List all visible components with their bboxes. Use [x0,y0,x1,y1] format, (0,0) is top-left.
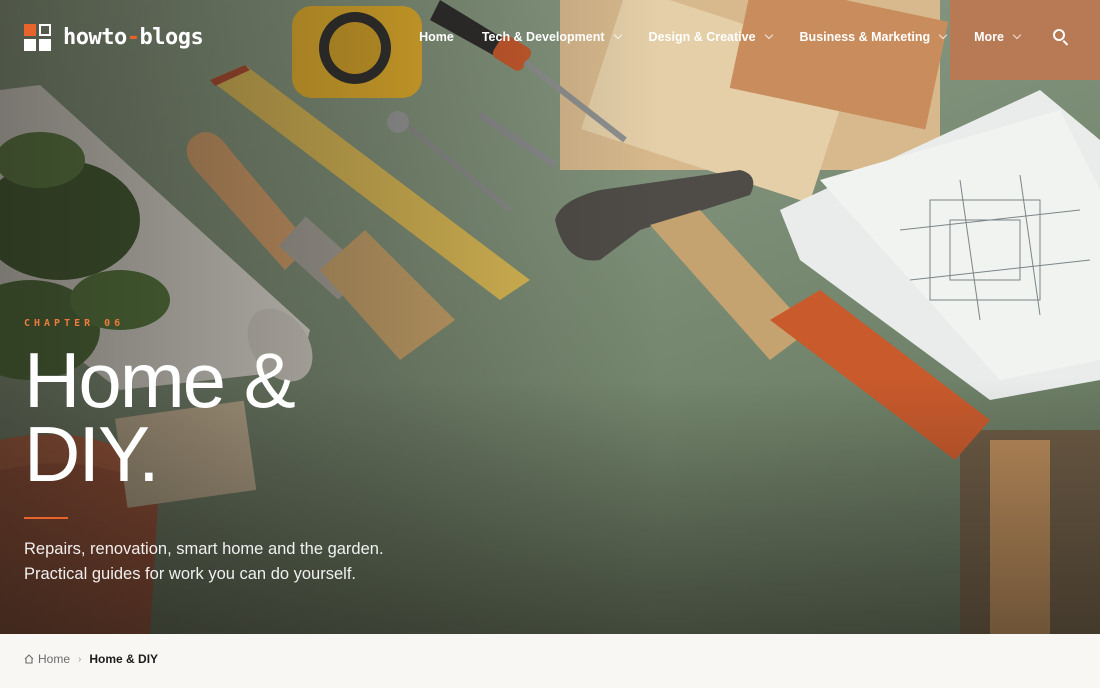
search-icon[interactable] [1052,28,1070,46]
accent-divider [24,517,68,519]
page-title: Home & DIY. [24,336,384,498]
breadcrumb: Home › Home & DIY [24,652,158,666]
nav-item-label: Design & Creative [648,30,756,44]
logo-text-dash: - [126,25,140,50]
breadcrumb-home-label: Home [38,652,71,666]
hero-content: CHAPTER 06 Home & DIY. Repairs, renovati… [24,318,384,586]
breadcrumb-home-link[interactable]: Home [24,652,70,666]
chevron-down-icon [764,30,773,40]
nav-item-design-creative[interactable]: Design & Creative [648,30,773,44]
main-nav: Home Tech & Development Design & Creativ… [419,28,1070,46]
chevron-down-icon [1012,30,1022,40]
nav-item-label: More [974,30,1004,44]
site-header: howto-blogs Home Tech & Development Desi… [0,0,1100,72]
nav-item-home[interactable]: Home [419,30,454,44]
nav-item-business-marketing[interactable]: Business & Marketing [799,30,948,44]
logo-text-part1: howto [63,25,127,50]
chevron-right-icon: › [78,653,82,665]
hero-description-line1: Repairs, renovation, smart home and the … [24,540,384,558]
nav-item-label: Tech & Development [481,30,605,44]
chevron-down-icon [938,30,948,40]
hero-description: Repairs, renovation, smart home and the … [24,537,384,586]
chevron-down-icon [613,30,622,40]
nav-item-more[interactable]: More [974,30,1022,44]
logo-text: howto-blogs [63,25,204,50]
site-logo[interactable]: howto-blogs [24,24,204,51]
chapter-kicker: CHAPTER 06 [24,318,125,329]
page-title-line2: DIY. [24,410,160,498]
home-icon [24,654,34,664]
nav-item-tech-development[interactable]: Tech & Development [481,30,622,44]
hero-description-line2: Practical guides for work you can do you… [24,564,356,583]
logo-mark-icon [24,24,51,51]
nav-item-label: Home [419,30,454,44]
logo-text-part2: blogs [139,25,204,50]
nav-item-label: Business & Marketing [799,30,931,44]
breadcrumb-current: Home & DIY [89,652,159,666]
page-title-line1: Home & [24,336,296,424]
